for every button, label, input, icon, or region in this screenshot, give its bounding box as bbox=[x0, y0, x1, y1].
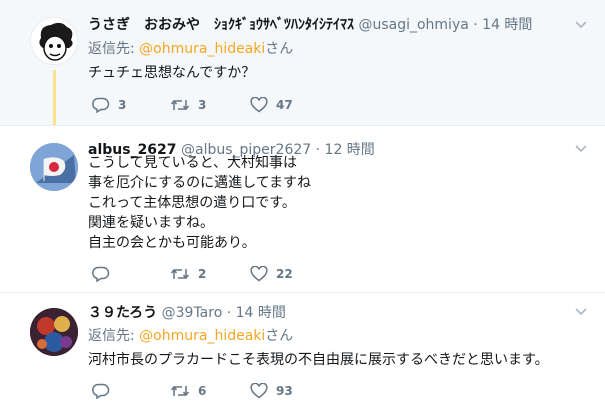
like-count: 93 bbox=[276, 384, 293, 398]
like-count: 22 bbox=[276, 267, 293, 281]
reply-to-suffix: さん bbox=[265, 328, 294, 344]
user-handle[interactable]: @39Taro bbox=[162, 305, 223, 321]
like-icon bbox=[250, 383, 268, 399]
chevron-down-icon[interactable] bbox=[575, 142, 587, 156]
tweet-line: 自主の会とかも可能あり。 bbox=[88, 235, 256, 251]
reply-to-label: 返信先: bbox=[88, 328, 140, 344]
thread-line bbox=[53, 70, 56, 125]
tweet-line: 関連を疑いますね。 bbox=[88, 215, 214, 231]
reply-button[interactable] bbox=[92, 266, 118, 282]
reply-to-suffix: さん bbox=[265, 41, 294, 57]
avatar[interactable] bbox=[30, 17, 78, 65]
like-icon bbox=[250, 266, 268, 282]
chevron-down-icon[interactable] bbox=[575, 18, 587, 32]
tweet-line: 河村市長のプラカードこそ表現の不自由展に展示するべきだと思います。 bbox=[88, 352, 549, 368]
timestamp[interactable]: 12 時間 bbox=[325, 142, 375, 158]
reply-to: 返信先: @ohmura_hideakiさん bbox=[88, 327, 293, 345]
user-handle[interactable]: @usagi_ohmiya bbox=[358, 17, 468, 33]
retweet-count: 2 bbox=[198, 267, 207, 281]
tweet-text: チュチェ思想なんですか？ bbox=[88, 63, 255, 83]
retweet-icon bbox=[170, 268, 190, 280]
reply-to: 返信先: @ohmura_hideakiさん bbox=[88, 40, 293, 58]
tweet-header: ３９たろう @39Taro · 14 時間 bbox=[88, 304, 286, 322]
mention-link[interactable]: @ohmura_hideaki bbox=[139, 328, 265, 344]
reply-count: 3 bbox=[118, 98, 127, 112]
reply-icon bbox=[92, 383, 110, 399]
chevron-down-icon[interactable] bbox=[575, 305, 587, 319]
like-icon bbox=[250, 97, 268, 113]
tweet[interactable]: うさぎ おおみや ｼｮｸｷﾞｮｳｻﾍﾞﾂﾊﾝﾀｲｼﾃｲﾏｽ @usagi_ohm… bbox=[0, 0, 605, 125]
tweet[interactable]: albus_2627 @albus_piper2627 · 12 時間 こうして… bbox=[0, 125, 605, 293]
retweet-count: 3 bbox=[198, 98, 207, 112]
reply-button[interactable] bbox=[92, 383, 118, 399]
tweet-line: これって主体思想の遣り口です。 bbox=[88, 195, 296, 211]
tweet-text: こうして見ていると、大村知事は 事を厄介にするのに邁進してますね これって主体思… bbox=[88, 153, 311, 253]
display-name[interactable]: ３９たろう bbox=[88, 305, 157, 321]
avatar[interactable] bbox=[30, 308, 78, 356]
timestamp[interactable]: 14 時間 bbox=[482, 17, 532, 33]
tweet-line: こうして見ていると、大村知事は bbox=[88, 155, 298, 171]
mention-link[interactable]: @ohmura_hideaki bbox=[139, 41, 265, 57]
retweet-button[interactable]: 6 bbox=[170, 383, 206, 399]
tweet-line: チュチェ思想なんですか？ bbox=[88, 65, 256, 81]
like-button[interactable]: 93 bbox=[250, 383, 293, 399]
tweet[interactable]: ３９たろう @39Taro · 14 時間 返信先: @ohmura_hidea… bbox=[0, 292, 605, 409]
reply-to-label: 返信先: bbox=[88, 41, 140, 57]
tweet-text: 河村市長のプラカードこそ表現の不自由展に展示するべきだと思います。 bbox=[88, 350, 549, 370]
separator: · bbox=[226, 305, 232, 321]
avatar[interactable] bbox=[30, 143, 78, 191]
retweet-count: 6 bbox=[198, 384, 207, 398]
like-count: 47 bbox=[276, 98, 293, 112]
display-name[interactable]: うさぎ おおみや ｼｮｸｷﾞｮｳｻﾍﾞﾂﾊﾝﾀｲｼﾃｲﾏｽ bbox=[88, 17, 354, 33]
reply-button[interactable]: 3 bbox=[92, 97, 126, 113]
retweet-icon bbox=[170, 385, 190, 397]
like-button[interactable]: 47 bbox=[250, 97, 293, 113]
separator: · bbox=[315, 142, 321, 158]
reply-icon bbox=[92, 97, 110, 113]
retweet-icon bbox=[170, 99, 190, 111]
retweet-button[interactable]: 3 bbox=[170, 97, 206, 113]
tweet-header: うさぎ おおみや ｼｮｸｷﾞｮｳｻﾍﾞﾂﾊﾝﾀｲｼﾃｲﾏｽ @usagi_ohm… bbox=[88, 16, 532, 34]
reply-icon bbox=[92, 266, 110, 282]
separator: · bbox=[473, 17, 478, 33]
tweet-line: 事を厄介にするのに邁進してますね bbox=[88, 175, 312, 191]
like-button[interactable]: 22 bbox=[250, 266, 293, 282]
retweet-button[interactable]: 2 bbox=[170, 266, 206, 282]
timestamp[interactable]: 14 時間 bbox=[236, 305, 286, 321]
